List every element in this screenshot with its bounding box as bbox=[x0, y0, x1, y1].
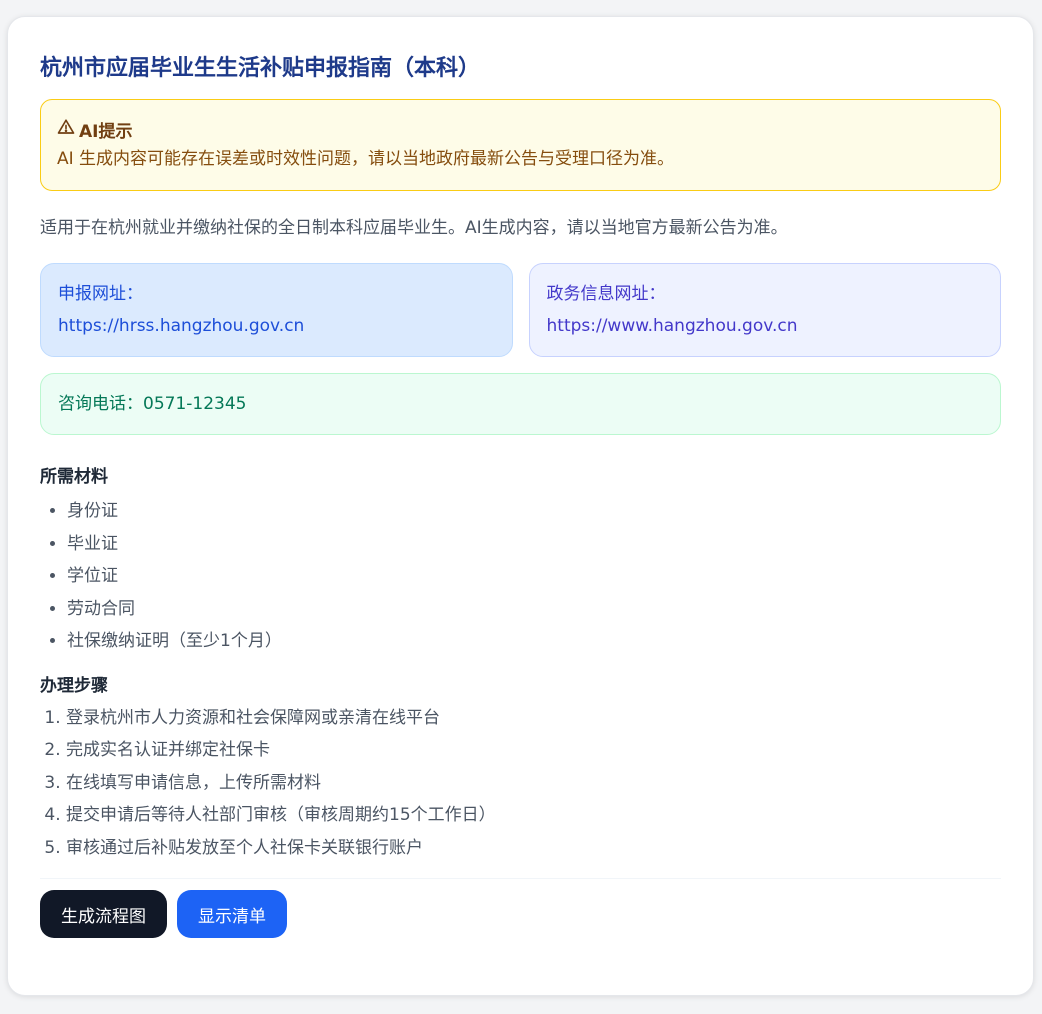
steps-title: 办理步骤 bbox=[40, 675, 108, 696]
intro-text: 适用于在杭州就业并缴纳社保的全日制本科应届毕业生。AI生成内容，请以当地官方最新… bbox=[40, 218, 788, 238]
list-item: 劳动合同 bbox=[67, 593, 1001, 626]
consult-phone: 咨询电话：0571-12345 bbox=[40, 373, 1001, 435]
step-item: 在线填写申请信息，上传所需材料 bbox=[66, 767, 1001, 800]
warning-icon bbox=[57, 118, 79, 141]
list-item: 学位证 bbox=[67, 560, 1001, 593]
ai-notice-body: AI 生成内容可能存在误差或时效性问题，请以当地政府最新公告与受理口径为准。 bbox=[57, 149, 675, 169]
gov-info-link-box: 政务信息网址： https://www.hangzhou.gov.cn bbox=[528, 263, 1001, 357]
divider bbox=[40, 878, 1001, 879]
list-item: 社保缴纳证明（至少1个月） bbox=[67, 625, 1001, 658]
step-item: 登录杭州市人力资源和社会保障网或亲清在线平台 bbox=[66, 702, 1001, 735]
action-buttons: 生成流程图 显示清单 bbox=[40, 890, 1001, 938]
steps-list: 登录杭州市人力资源和社会保障网或亲清在线平台 完成实名认证并绑定社保卡 在线填写… bbox=[40, 702, 1001, 865]
list-item: 身份证 bbox=[67, 495, 1001, 528]
materials-list: 身份证 毕业证 学位证 劳动合同 社保缴纳证明（至少1个月） bbox=[40, 495, 1001, 658]
guide-card: 杭州市应届毕业生生活补贴申报指南（本科） AI提示 AI 生成内容可能存在误差或… bbox=[7, 16, 1034, 996]
apply-link-box: 申报网址： https://hrss.hangzhou.gov.cn bbox=[40, 263, 513, 357]
apply-link-label: 申报网址： bbox=[58, 284, 143, 304]
step-item: 提交申请后等待人社部门审核（审核周期约15个工作日） bbox=[66, 799, 1001, 832]
materials-title: 所需材料 bbox=[40, 467, 108, 487]
show-checklist-button[interactable]: 显示清单 bbox=[177, 890, 287, 938]
ai-notice-heading-row: AI提示 bbox=[57, 114, 984, 144]
step-item: 完成实名认证并绑定社保卡 bbox=[66, 734, 1001, 767]
ai-notice-alert: AI提示 AI 生成内容可能存在误差或时效性问题，请以当地政府最新公告与受理口径… bbox=[40, 99, 1001, 191]
links-row: 申报网址： https://hrss.hangzhou.gov.cn 政务信息网… bbox=[40, 263, 1001, 357]
gov-info-link[interactable]: https://www.hangzhou.gov.cn bbox=[547, 310, 984, 342]
generate-flowchart-button[interactable]: 生成流程图 bbox=[40, 890, 167, 938]
gov-info-link-label: 政务信息网址： bbox=[546, 284, 666, 304]
page: 杭州市应届毕业生生活补贴申报指南（本科） AI提示 AI 生成内容可能存在误差或… bbox=[0, 0, 1042, 1014]
list-item: 毕业证 bbox=[67, 528, 1001, 561]
step-item: 审核通过后补贴发放至个人社保卡关联银行账户 bbox=[66, 832, 1001, 865]
apply-link[interactable]: https://hrss.hangzhou.gov.cn bbox=[58, 310, 495, 342]
page-title: 杭州市应届毕业生生活补贴申报指南（本科） bbox=[40, 56, 481, 81]
ai-notice-heading: AI提示 bbox=[79, 121, 133, 142]
